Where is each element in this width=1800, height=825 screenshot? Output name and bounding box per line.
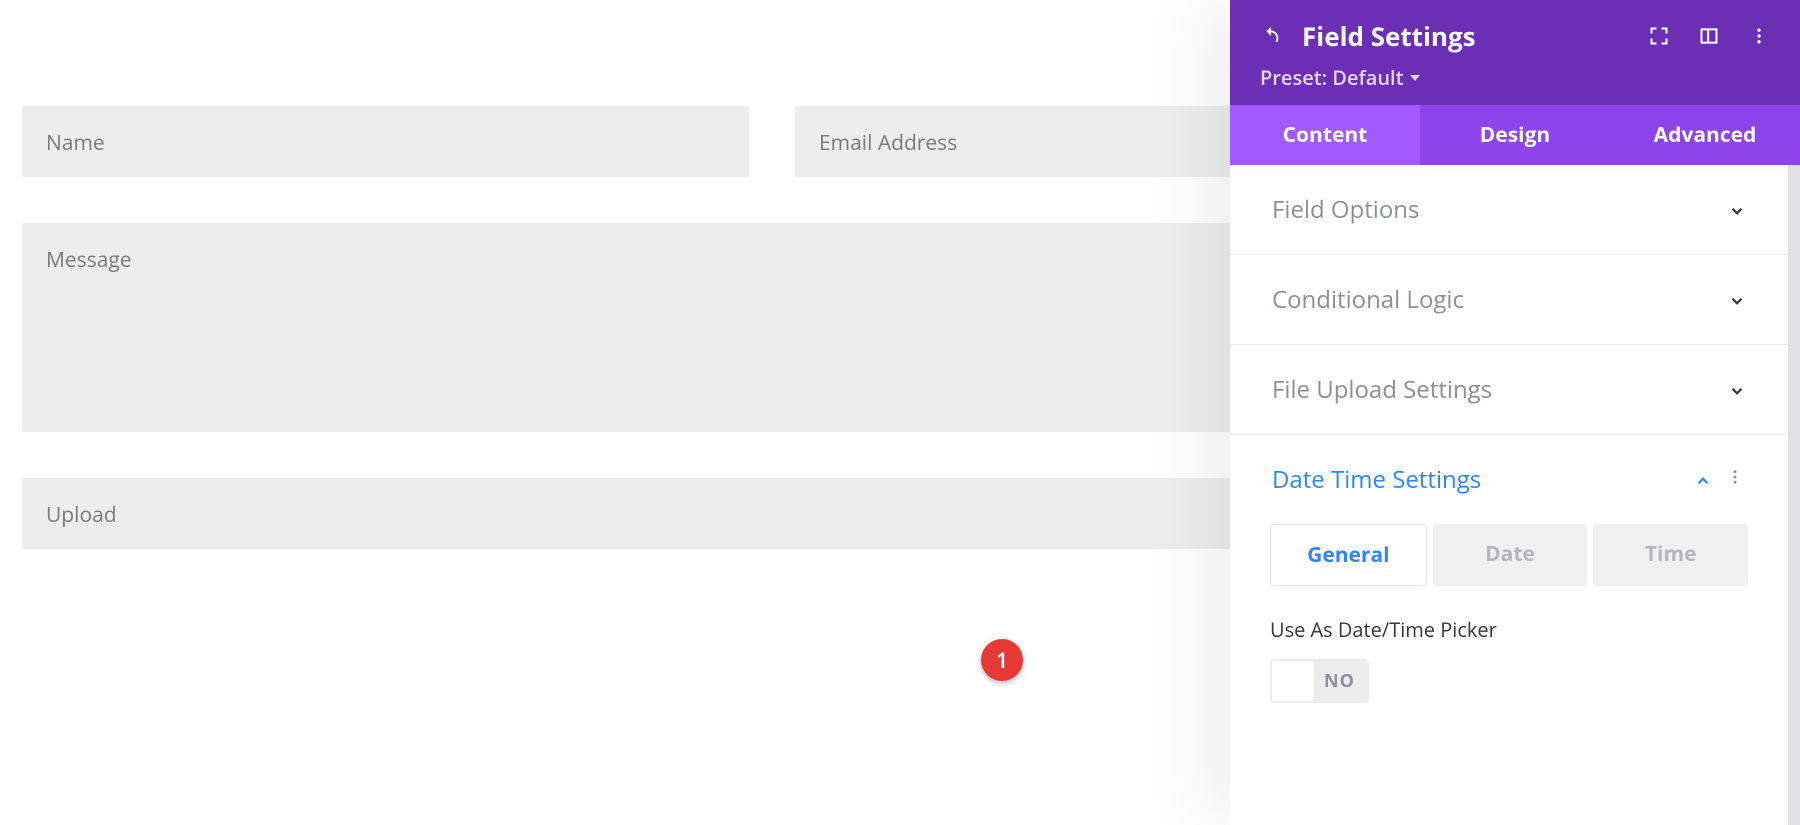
section-conditional-logic[interactable]: Conditional Logic [1230, 255, 1788, 345]
undo-icon[interactable] [1260, 25, 1282, 47]
panel-title: Field Settings [1302, 18, 1476, 54]
chevron-down-icon [1728, 202, 1744, 218]
section-field-options[interactable]: Field Options [1230, 165, 1788, 255]
section-label: File Upload Settings [1272, 373, 1492, 406]
preset-label: Preset: Default [1260, 64, 1404, 91]
section-file-upload[interactable]: File Upload Settings [1230, 345, 1788, 435]
toggle-knob [1272, 661, 1314, 701]
panel-tabs: Content Design Advanced [1230, 105, 1800, 165]
section-label: Conditional Logic [1272, 283, 1464, 316]
option-use-as-datetime: Use As Date/Time Picker NO [1230, 586, 1788, 706]
datetime-subtabs: General Date Time [1230, 524, 1788, 586]
tab-design[interactable]: Design [1420, 105, 1610, 165]
more-vertical-icon[interactable] [1748, 25, 1770, 47]
expand-icon[interactable] [1648, 25, 1670, 47]
datetime-toggle[interactable]: NO [1270, 659, 1369, 703]
chevron-down-icon [1728, 292, 1744, 308]
settings-panel: Field Settings Preset: Default Content D… [1230, 0, 1800, 820]
subtab-time[interactable]: Time [1593, 524, 1748, 586]
subtab-general[interactable]: General [1270, 524, 1427, 586]
panel-toggle-icon[interactable] [1698, 25, 1720, 47]
preset-dropdown[interactable]: Preset: Default [1260, 64, 1420, 91]
section-date-time[interactable]: Date Time Settings [1230, 435, 1788, 524]
panel-sections: Field Options Conditional Logic File Upl… [1230, 165, 1800, 825]
section-label: Date Time Settings [1272, 463, 1481, 496]
more-vertical-icon[interactable] [1726, 468, 1744, 491]
tab-advanced[interactable]: Advanced [1610, 105, 1800, 165]
tab-content[interactable]: Content [1230, 105, 1420, 165]
section-label: Field Options [1272, 193, 1419, 226]
toggle-value: NO [1320, 669, 1367, 693]
option-label: Use As Date/Time Picker [1270, 616, 1748, 643]
caret-down-icon [1410, 75, 1420, 81]
name-field[interactable]: Name [22, 106, 749, 177]
subtab-date[interactable]: Date [1433, 524, 1588, 586]
chevron-down-icon [1728, 382, 1744, 398]
annotation-badge-1: 1 [981, 639, 1023, 681]
panel-header: Field Settings Preset: Default [1230, 0, 1800, 105]
chevron-up-icon [1694, 472, 1710, 488]
